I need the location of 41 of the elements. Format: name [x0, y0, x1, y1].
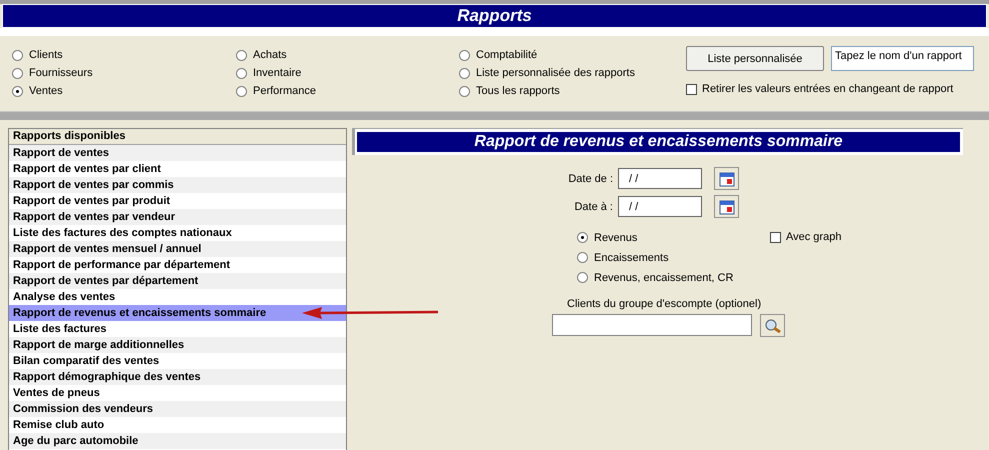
custom-list-button[interactable]: Liste personnalisée [686, 46, 824, 71]
report-list-item[interactable]: Rapport de ventes par département [9, 273, 346, 289]
discount-group-field[interactable] [552, 314, 752, 336]
mode-radio[interactable]: Encaissements [577, 251, 770, 264]
date-field[interactable]: / / [618, 196, 702, 217]
category-radio[interactable]: Tous les rapports [459, 82, 686, 100]
report-list-item[interactable]: Age du parc automobile [9, 433, 346, 449]
date-label: Date de : [567, 172, 614, 184]
category-radio[interactable]: Ventes [12, 82, 236, 100]
report-list-item[interactable]: Rapport démographique des ventes [9, 369, 346, 385]
report-list-item[interactable]: Rapport de revenus et encaissements sommaire [9, 305, 346, 321]
category-radio[interactable]: Comptabilité [459, 46, 686, 64]
list-header: Rapports disponibles [9, 129, 346, 145]
clear-values-checkbox[interactable]: Retirer les valeurs entrées en changeant de rapport [686, 83, 974, 95]
calendar-icon [718, 198, 736, 216]
report-list-item[interactable]: Rapport de marge additionnelles [9, 337, 346, 353]
category-radio[interactable]: Performance [236, 82, 459, 100]
search-button[interactable] [760, 314, 785, 337]
window-title: Rapports [2, 4, 987, 28]
category-radio[interactable]: Fournisseurs [12, 64, 236, 82]
category-radio[interactable]: Clients [12, 46, 236, 64]
report-list-item[interactable]: Rapport de ventes par vendeur [9, 209, 346, 225]
mode-radio[interactable]: Revenus [577, 231, 770, 244]
search-icon [764, 318, 782, 334]
graph-checkbox[interactable]: Avec graph [770, 231, 842, 243]
mode-radio[interactable]: Revenus, encaissement, CR [577, 271, 770, 284]
category-radio[interactable]: Liste personnalisée des rapports [459, 64, 686, 82]
report-list-item[interactable]: Rapport de ventes mensuel / annuel [9, 241, 346, 257]
calendar-button[interactable] [714, 195, 739, 218]
discount-group-label: Clients du groupe d'escompte (optionel) [567, 298, 762, 310]
calendar-icon [718, 170, 736, 188]
report-list-item[interactable]: Rapport de ventes par commis [9, 177, 346, 193]
report-list-item[interactable]: Rapport de ventes [9, 145, 346, 161]
report-title: Rapport de revenus et encaissements sommaire [357, 132, 960, 152]
report-name-field[interactable]: Tapez le nom d'un rapport [831, 46, 974, 71]
category-radio[interactable]: Inventaire [236, 64, 459, 82]
report-list-item[interactable]: Commission des vendeurs [9, 401, 346, 417]
calendar-button[interactable] [714, 167, 739, 190]
category-radio[interactable]: Achats [236, 46, 459, 64]
date-field[interactable]: / / [618, 168, 702, 189]
date-label: Date à : [573, 200, 614, 212]
